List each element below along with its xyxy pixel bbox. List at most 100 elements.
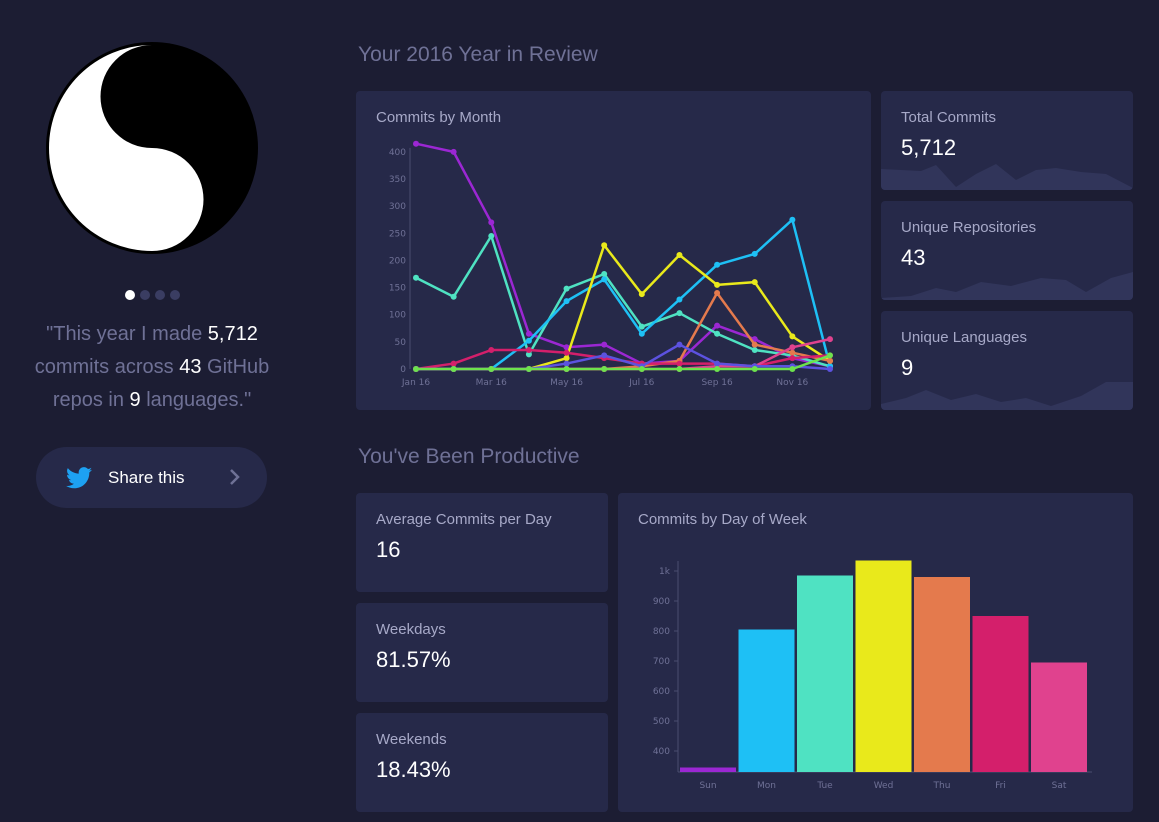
commits-by-day-card: Commits by Day of Week 400 500 600 700 800 90… bbox=[618, 493, 1133, 812]
x-tick-label: Wed bbox=[874, 781, 894, 791]
quote-text: "This year I made bbox=[46, 323, 208, 345]
y-tick-label: 250 bbox=[389, 229, 406, 239]
data-point bbox=[827, 366, 833, 372]
stat-label: Average Commits per Day bbox=[376, 511, 552, 528]
quote-text: commits across bbox=[34, 356, 180, 378]
y-tick-label: 900 bbox=[653, 597, 670, 607]
stat-card-weekdays: Weekdays 81.57% bbox=[356, 603, 608, 702]
summary-quote: "This year I made 5,712 commits across 4… bbox=[20, 318, 284, 417]
data-point bbox=[601, 242, 608, 249]
commits-by-month-chart: 0 50 100 150 200 250 300 350 400 Jan 16 Mar 16 May … bbox=[389, 140, 833, 388]
data-point bbox=[563, 355, 570, 362]
data-point bbox=[751, 279, 758, 286]
data-point bbox=[450, 366, 457, 372]
y-tick-label: 100 bbox=[389, 311, 406, 321]
y-tick-label: 400 bbox=[389, 148, 406, 158]
data-point bbox=[601, 341, 608, 348]
data-point bbox=[525, 366, 532, 372]
data-point bbox=[789, 333, 796, 340]
data-point bbox=[563, 298, 570, 305]
data-point bbox=[751, 250, 758, 257]
data-point bbox=[601, 276, 608, 283]
data-point bbox=[601, 366, 608, 372]
stat-label: Total Commits bbox=[901, 109, 997, 126]
stat-card-weekends: Weekends 18.43% bbox=[356, 713, 608, 812]
data-point bbox=[714, 281, 721, 288]
y-tick-label: 0 bbox=[400, 365, 406, 375]
x-tick-label: May 16 bbox=[550, 378, 583, 388]
data-point bbox=[751, 341, 758, 348]
stat-value: 43 bbox=[901, 245, 926, 270]
y-tick-label: 300 bbox=[389, 202, 406, 212]
stat-value: 81.57% bbox=[376, 647, 451, 672]
chevron-right-icon bbox=[230, 469, 240, 485]
data-point bbox=[563, 349, 570, 356]
slide-dot[interactable] bbox=[140, 290, 150, 300]
stat-card-total-commits: Total Commits 5,712 bbox=[881, 91, 1133, 190]
data-point bbox=[676, 252, 683, 258]
data-point bbox=[676, 310, 683, 317]
data-point bbox=[827, 336, 833, 343]
data-point bbox=[789, 355, 796, 362]
data-point bbox=[413, 366, 419, 372]
data-point bbox=[450, 293, 457, 300]
slide-dot[interactable] bbox=[155, 290, 165, 300]
quote-commits: 5,712 bbox=[207, 323, 258, 345]
quote-text: languages." bbox=[140, 389, 252, 411]
y-tick-label: 400 bbox=[653, 747, 670, 757]
x-tick-label: Mon bbox=[757, 781, 776, 791]
data-point bbox=[525, 347, 532, 353]
x-tick-label: Sat bbox=[1052, 781, 1067, 791]
x-tick-label: Jul 16 bbox=[628, 378, 654, 388]
productive-title: You've Been Productive bbox=[358, 445, 580, 468]
data-point bbox=[714, 330, 721, 337]
stat-value: 9 bbox=[901, 355, 914, 380]
y-tick-label: 800 bbox=[653, 627, 670, 637]
slide-dot[interactable] bbox=[170, 290, 180, 300]
x-tick-label: Nov 16 bbox=[776, 378, 808, 388]
slide-indicator bbox=[125, 290, 180, 300]
data-point bbox=[488, 233, 495, 239]
data-point bbox=[751, 347, 758, 353]
data-point bbox=[676, 296, 683, 303]
data-point bbox=[714, 366, 721, 372]
quote-repos: 43 bbox=[179, 356, 202, 378]
stat-label: Weekends bbox=[376, 731, 447, 748]
data-point bbox=[525, 337, 532, 344]
stat-label: Weekdays bbox=[376, 621, 446, 638]
data-point bbox=[488, 219, 495, 226]
share-button[interactable]: Share this bbox=[36, 447, 267, 508]
data-point bbox=[714, 290, 721, 296]
x-tick-label: Jan 16 bbox=[401, 378, 430, 388]
yin-yang-logo bbox=[46, 42, 258, 254]
data-point bbox=[676, 366, 683, 372]
data-point bbox=[789, 216, 796, 223]
data-point bbox=[563, 285, 570, 292]
stat-value: 5,712 bbox=[901, 135, 957, 160]
y-tick-label: 150 bbox=[389, 284, 406, 294]
data-point bbox=[714, 261, 721, 268]
sparkline bbox=[881, 164, 1133, 190]
data-point bbox=[638, 330, 645, 337]
bar bbox=[914, 577, 970, 772]
slide-dot[interactable] bbox=[125, 290, 135, 300]
stat-value: 18.43% bbox=[376, 757, 451, 782]
data-point bbox=[525, 330, 532, 337]
data-point bbox=[601, 352, 608, 359]
y-tick-label: 500 bbox=[653, 717, 670, 727]
data-point bbox=[789, 344, 796, 351]
data-point bbox=[714, 322, 721, 329]
x-tick-label: Fri bbox=[995, 781, 1006, 791]
data-point bbox=[751, 366, 758, 372]
profile-panel: "This year I made 5,712 commits across 4… bbox=[0, 0, 305, 822]
x-tick-label: Thu bbox=[933, 781, 951, 791]
data-point bbox=[676, 360, 683, 367]
y-tick-label: 200 bbox=[389, 256, 406, 266]
data-point bbox=[563, 366, 570, 372]
twitter-icon bbox=[66, 466, 92, 488]
data-point bbox=[789, 366, 796, 372]
stat-card-avg-commits: Average Commits per Day 16 bbox=[356, 493, 608, 592]
data-point bbox=[413, 140, 419, 147]
y-tick-label: 700 bbox=[653, 657, 670, 667]
data-point bbox=[450, 360, 457, 367]
